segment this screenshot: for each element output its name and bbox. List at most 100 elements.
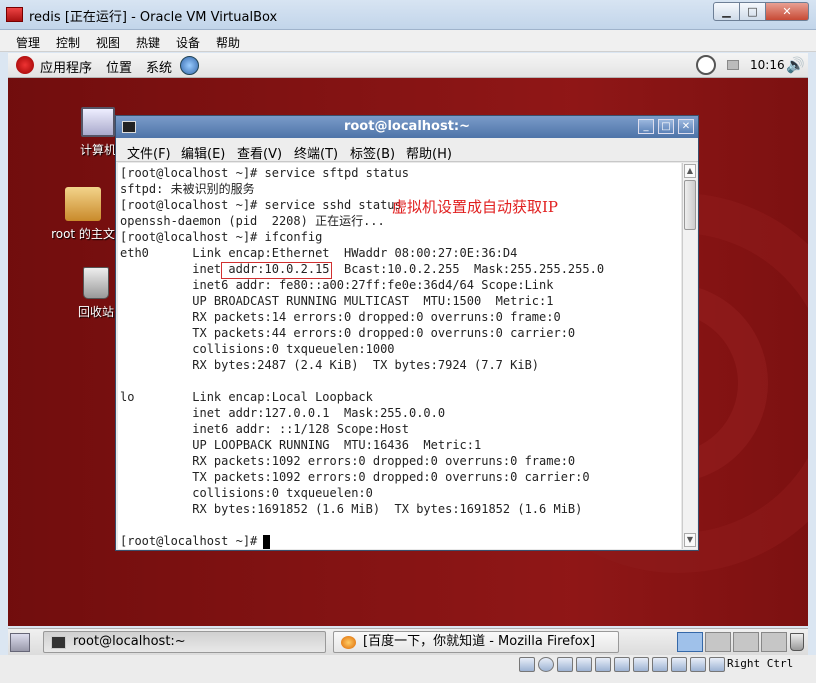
terminal-output: [root@localhost ~]# service sftpd status… xyxy=(120,165,604,549)
network-icon[interactable] xyxy=(727,60,739,70)
workspace-3[interactable] xyxy=(733,632,759,652)
menu-hotkeys[interactable]: 热键 xyxy=(136,34,160,51)
firefox-icon xyxy=(341,636,356,649)
menu-manage[interactable]: 管理 xyxy=(16,34,40,51)
gnome-bottom-panel: root@localhost:~ [百度一下，你就知道 - Mozilla Fi… xyxy=(8,628,808,655)
hard-disk-icon[interactable] xyxy=(519,657,535,672)
desktop-icon-trash[interactable]: 回收站 xyxy=(74,267,118,320)
terminal-menu-edit[interactable]: 编辑(E) xyxy=(181,143,225,162)
terminal-title: root@localhost:~ xyxy=(343,119,471,134)
trash-icon xyxy=(83,267,109,299)
terminal-line: eth0 Link encap:Ethernet HWaddr 08:00:27… xyxy=(120,246,518,260)
terminal-line: [root@localhost ~]# ifconfig xyxy=(120,230,323,244)
terminal-titlebar[interactable]: root@localhost:~ _ □ ✕ xyxy=(116,116,698,138)
browser-launcher-icon[interactable] xyxy=(180,56,199,75)
workspace-2[interactable] xyxy=(705,632,731,652)
shared-folders-icon[interactable] xyxy=(614,657,630,672)
terminal-menu-help[interactable]: 帮助(H) xyxy=(406,143,452,162)
terminal-line: collisions:0 txqueuelen:1000 xyxy=(120,342,395,356)
terminal-line: UP LOOPBACK RUNNING MTU:16436 Metric:1 xyxy=(120,438,482,452)
terminal-menu-file[interactable]: 文件(F) xyxy=(127,143,171,162)
terminal-cursor xyxy=(263,535,270,549)
vbox-menubar: 管理 控制 视图 热键 设备 帮助 xyxy=(0,30,816,52)
host-key-arrow-icon[interactable] xyxy=(709,657,725,672)
terminal-line: TX packets:1092 errors:0 dropped:0 overr… xyxy=(120,470,590,484)
network-adapter-icon[interactable] xyxy=(576,657,592,672)
terminal-line: RX packets:14 errors:0 dropped:0 overrun… xyxy=(120,310,561,324)
terminal-minimize-button[interactable]: _ xyxy=(638,119,654,134)
volume-icon[interactable]: 🔊 xyxy=(786,56,805,74)
terminal-window[interactable]: root@localhost:~ _ □ ✕ 文件(F) 编辑(E) 查看(V)… xyxy=(115,115,699,551)
terminal-line: TX packets:44 errors:0 dropped:0 overrun… xyxy=(120,326,576,340)
terminal-line: UP BROADCAST RUNNING MULTICAST MTU:1500 … xyxy=(120,294,554,308)
computer-icon xyxy=(81,107,115,137)
terminal-line: [root@localhost ~]# xyxy=(120,534,265,548)
minimize-button[interactable]: ▁ xyxy=(713,2,740,21)
display-icon[interactable] xyxy=(633,657,649,672)
taskbar-item-firefox[interactable]: [百度一下，你就知道 - Mozilla Firefox] xyxy=(333,631,619,653)
show-desktop-icon[interactable] xyxy=(10,633,30,652)
terminal-close-button[interactable]: ✕ xyxy=(678,119,694,134)
desktop-icon-home[interactable]: root 的主文 xyxy=(48,187,118,242)
panel-system[interactable]: 系统 xyxy=(146,57,172,76)
desktop-icon-label: 回收站 xyxy=(77,305,114,319)
menu-view[interactable]: 视图 xyxy=(96,34,120,51)
mouse-integration-icon[interactable] xyxy=(690,657,706,672)
virtualization-icon[interactable] xyxy=(671,657,687,672)
virtualbox-app-icon xyxy=(6,7,23,22)
terminal-menu-tabs[interactable]: 标签(B) xyxy=(350,143,395,162)
desktop-icon-label: root 的主文 xyxy=(51,227,115,241)
terminal-line: inet6 addr: fe80::a00:27ff:fe0e:36d4/64 … xyxy=(120,278,554,292)
close-button[interactable]: ✕ xyxy=(766,2,809,21)
terminal-line: inet addr:127.0.0.1 Mask:255.0.0.0 xyxy=(120,406,446,420)
video-capture-icon[interactable] xyxy=(652,657,668,672)
scrollbar-thumb[interactable] xyxy=(684,180,696,230)
taskbar-item-label: root@localhost:~ xyxy=(73,634,186,649)
terminal-line: RX bytes:1691852 (1.6 MiB) TX bytes:1691… xyxy=(120,502,583,516)
terminal-line: inet addr:10.0.2.15 Bcast:10.0.2.255 Mas… xyxy=(120,262,605,276)
terminal-line: sftpd: 未被识别的服务 xyxy=(120,182,255,196)
redhat-logo-icon[interactable] xyxy=(16,56,34,74)
terminal-line: inet6 addr: ::1/128 Scope:Host xyxy=(120,422,409,436)
ip-address-highlight xyxy=(221,262,332,279)
terminal-menu-view[interactable]: 查看(V) xyxy=(237,143,282,162)
terminal-screen[interactable]: [root@localhost ~]# service sftpd status… xyxy=(118,163,681,549)
terminal-line: RX bytes:2487 (2.4 KiB) TX bytes:7924 (7… xyxy=(120,358,540,372)
workspace-4[interactable] xyxy=(761,632,787,652)
terminal-maximize-button[interactable]: □ xyxy=(658,119,674,134)
optical-drive-icon[interactable] xyxy=(538,657,554,672)
terminal-menubar: 文件(F) 编辑(E) 查看(V) 终端(T) 标签(B) 帮助(H) xyxy=(116,138,698,162)
terminal-icon xyxy=(51,636,66,649)
panel-clock[interactable]: 10:16 xyxy=(750,58,785,72)
workspace-1[interactable] xyxy=(677,632,703,652)
audio-icon[interactable] xyxy=(557,657,573,672)
menu-help[interactable]: 帮助 xyxy=(216,34,240,51)
panel-trash-icon[interactable] xyxy=(790,633,804,651)
terminal-line: [root@localhost ~]# service sftpd status xyxy=(120,166,409,180)
taskbar-item-label: [百度一下，你就知道 - Mozilla Firefox] xyxy=(363,634,596,649)
menu-control[interactable]: 控制 xyxy=(56,34,80,51)
window-title: redis [正在运行] - Oracle VM VirtualBox xyxy=(29,10,278,25)
maximize-button[interactable]: □ xyxy=(740,2,766,21)
terminal-scrollbar[interactable]: ▲ ▼ xyxy=(682,163,697,549)
home-folder-icon xyxy=(65,187,101,221)
screenshot-annotation: 虚拟机设置成自动获取IP xyxy=(392,198,559,216)
update-clock-icon[interactable] xyxy=(696,55,716,75)
window-titlebar: redis [正在运行] - Oracle VM VirtualBox ▁ □ … xyxy=(0,0,816,30)
terminal-line: RX packets:1092 errors:0 dropped:0 overr… xyxy=(120,454,576,468)
terminal-line: collisions:0 txqueuelen:0 xyxy=(120,486,373,500)
usb-icon[interactable] xyxy=(595,657,611,672)
taskbar-item-terminal[interactable]: root@localhost:~ xyxy=(43,631,326,653)
menu-devices[interactable]: 设备 xyxy=(176,34,200,51)
panel-places[interactable]: 位置 xyxy=(106,57,132,76)
gnome-top-panel: 应用程序 位置 系统 10:16 🔊 xyxy=(8,53,808,78)
panel-applications[interactable]: 应用程序 xyxy=(40,57,92,76)
scroll-up-icon[interactable]: ▲ xyxy=(684,164,696,178)
host-key-label: Right Ctrl xyxy=(727,657,794,670)
terminal-menu-terminal[interactable]: 终端(T) xyxy=(294,143,338,162)
vbox-statusbar: Right Ctrl xyxy=(0,655,816,683)
scroll-down-icon[interactable]: ▼ xyxy=(684,533,696,547)
terminal-line: lo Link encap:Local Loopback xyxy=(120,390,373,404)
